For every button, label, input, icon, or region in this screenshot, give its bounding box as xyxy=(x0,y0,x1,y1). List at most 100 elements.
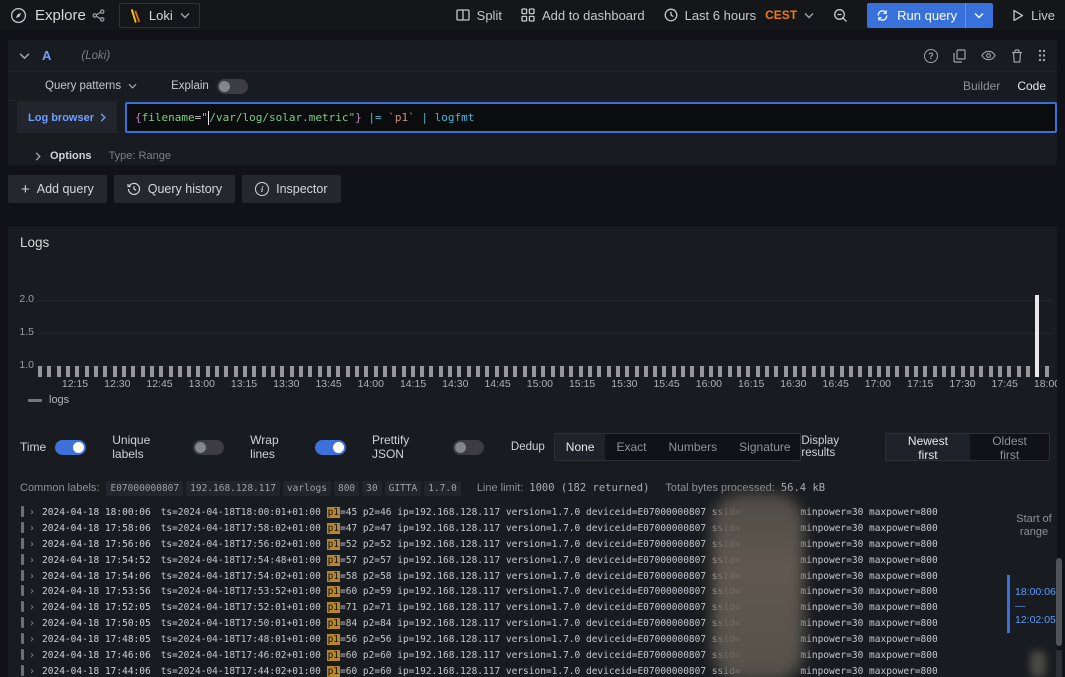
histogram-bar xyxy=(784,366,788,377)
expand-row-icon[interactable]: › xyxy=(29,539,35,550)
log-browser-button[interactable]: Log browser xyxy=(17,102,117,133)
toggle-wrap-lines[interactable]: Wrap lines xyxy=(250,433,346,461)
log-row[interactable]: ›2024-04-18 17:48:05ts=2024-04-18T17:48:… xyxy=(16,632,1057,648)
histogram-bar xyxy=(38,366,42,377)
histogram-bar xyxy=(252,366,256,377)
expand-row-icon[interactable]: › xyxy=(29,523,35,534)
drag-handle-grip-icon[interactable] xyxy=(1038,49,1046,62)
x-axis-tick: 16:00 xyxy=(696,378,722,390)
logs-panel: Logs 2.01.51.0 12:1512:3012:4513:0013:15… xyxy=(8,226,1057,677)
log-row[interactable]: ›2024-04-18 17:53:56ts=2024-04-18T17:53:… xyxy=(16,584,1057,600)
duplicate-query-icon[interactable] xyxy=(953,49,966,63)
topbar-actions: Split Add to dashboard Last 6 hours CEST xyxy=(456,3,1055,28)
log-level-bar xyxy=(21,570,24,581)
toggle-unique-labels[interactable]: Unique labels xyxy=(112,433,224,461)
toggle-visibility-eye-icon[interactable] xyxy=(981,50,996,61)
log-row[interactable]: ›2024-04-18 17:58:06ts=2024-04-18T17:58:… xyxy=(16,521,1057,537)
histogram-bar xyxy=(849,366,853,377)
log-row[interactable]: ›2024-04-18 18:00:06ts=2024-04-18T18:00:… xyxy=(16,505,1057,521)
explain-label: Explain xyxy=(171,80,209,92)
histogram-bar xyxy=(812,366,816,377)
range-start-time: 18:00:06 xyxy=(1015,585,1056,599)
chevron-down-icon xyxy=(804,12,814,19)
query-options-row[interactable]: Options Type: Range xyxy=(8,140,1057,172)
split-button[interactable]: Split xyxy=(456,8,502,23)
display-option-newest-first[interactable]: Newest first xyxy=(886,434,970,460)
toggle-switch[interactable] xyxy=(315,440,346,455)
log-row[interactable]: ›2024-04-18 17:54:06ts=2024-04-18T17:54:… xyxy=(16,569,1057,585)
expand-row-icon[interactable]: › xyxy=(29,571,35,582)
collapse-chevron-icon[interactable] xyxy=(19,52,30,60)
toggle-prettify-json[interactable]: Prettify JSON xyxy=(372,433,484,461)
explain-toggle[interactable]: Explain xyxy=(171,79,248,94)
datasource-picker[interactable]: Loki xyxy=(119,3,200,28)
legend-series-label[interactable]: logs xyxy=(49,394,69,406)
log-message: ts=2024-04-18T17:46:02+01:00 p1=60 p2=60… xyxy=(161,650,938,661)
scrollbar-thumb[interactable] xyxy=(1056,558,1062,646)
expand-row-icon[interactable]: › xyxy=(29,586,35,597)
dedup-label: Dedup xyxy=(511,441,545,453)
histogram-bar xyxy=(169,366,173,377)
log-row[interactable]: ›2024-04-18 17:44:06ts=2024-04-18T17:44:… xyxy=(16,664,1057,677)
expand-row-icon[interactable]: › xyxy=(29,618,35,629)
options-label[interactable]: Options xyxy=(50,150,92,162)
query-history-button[interactable]: Query history xyxy=(114,175,235,203)
log-row[interactable]: ›2024-04-18 17:46:06ts=2024-04-18T17:46:… xyxy=(16,648,1057,664)
log-timestamp: 2024-04-18 17:44:06 xyxy=(42,666,151,677)
expand-row-icon[interactable]: › xyxy=(29,602,35,613)
add-query-button[interactable]: + Add query xyxy=(8,175,107,203)
inspector-button[interactable]: i Inspector xyxy=(242,175,340,203)
explain-switch[interactable] xyxy=(217,79,248,94)
query-patterns-dropdown[interactable]: Query patterns xyxy=(45,80,137,92)
query-patterns-label: Query patterns xyxy=(45,80,121,92)
log-row[interactable]: ›2024-04-18 17:56:06ts=2024-04-18T17:56:… xyxy=(16,537,1057,553)
dedup-option-exact[interactable]: Exact xyxy=(605,434,657,460)
tab-code[interactable]: Code xyxy=(1017,79,1046,93)
run-query-button[interactable]: Run query xyxy=(867,3,993,28)
chevron-down-icon xyxy=(128,83,137,89)
delete-query-trash-icon[interactable] xyxy=(1011,49,1023,63)
expand-row-icon[interactable]: › xyxy=(29,555,35,566)
log-row[interactable]: ›2024-04-18 17:54:52ts=2024-04-18T17:54:… xyxy=(16,553,1057,569)
inspector-label: Inspector xyxy=(276,182,327,196)
dedup-option-none[interactable]: None xyxy=(555,434,606,460)
histogram-bar xyxy=(709,366,713,377)
search-match-highlight: p1 xyxy=(327,634,340,645)
expand-row-icon[interactable]: › xyxy=(29,650,35,661)
display-option-oldest-first[interactable]: Oldest first xyxy=(970,434,1049,460)
dedup-option-signature[interactable]: Signature xyxy=(728,434,801,460)
split-icon xyxy=(456,8,470,22)
common-label-badge: 1.7.0 xyxy=(424,481,461,496)
gridline xyxy=(38,300,1053,301)
query-code-input[interactable]: {filename="/var/log/solar.metric"} |= `p… xyxy=(125,102,1057,133)
common-label-badge: 800 xyxy=(334,481,359,496)
log-row[interactable]: ›2024-04-18 17:50:05ts=2024-04-18T17:50:… xyxy=(16,616,1057,632)
toggle-switch[interactable] xyxy=(55,440,86,455)
time-range-picker[interactable]: Last 6 hours CEST xyxy=(664,8,815,23)
options-summary: Type: Range xyxy=(109,150,171,162)
log-message: ts=2024-04-18T18:00:01+01:00 p1=45 p2=46… xyxy=(161,507,938,518)
dedup-option-numbers[interactable]: Numbers xyxy=(657,434,728,460)
tab-builder[interactable]: Builder xyxy=(963,79,1000,93)
log-row[interactable]: ›2024-04-18 17:52:05ts=2024-04-18T17:52:… xyxy=(16,600,1057,616)
y-axis-tick: 1.5 xyxy=(8,326,34,338)
plus-icon: + xyxy=(21,182,30,197)
search-match-highlight: p1 xyxy=(327,507,340,518)
range-marker[interactable]: 18:00:06 — 12:02:05 xyxy=(1015,585,1056,627)
live-button[interactable]: Live xyxy=(1012,8,1055,23)
toggle-switch[interactable] xyxy=(453,440,484,455)
chevron-down-icon[interactable] xyxy=(974,12,984,19)
expand-row-icon[interactable]: › xyxy=(29,507,35,518)
toggle-switch[interactable] xyxy=(193,440,224,455)
zoom-out-icon[interactable] xyxy=(833,8,848,23)
histogram-bar xyxy=(662,366,666,377)
share-icon[interactable] xyxy=(92,9,105,22)
scrollbar-track[interactable] xyxy=(1056,650,1062,677)
add-to-dashboard-button[interactable]: Add to dashboard xyxy=(521,8,645,23)
histogram-bar xyxy=(66,366,70,377)
expand-row-icon[interactable]: › xyxy=(29,634,35,645)
live-label: Live xyxy=(1031,8,1055,23)
expand-row-icon[interactable]: › xyxy=(29,666,35,677)
help-icon[interactable]: ? xyxy=(924,49,938,63)
toggle-time[interactable]: Time xyxy=(20,440,86,455)
